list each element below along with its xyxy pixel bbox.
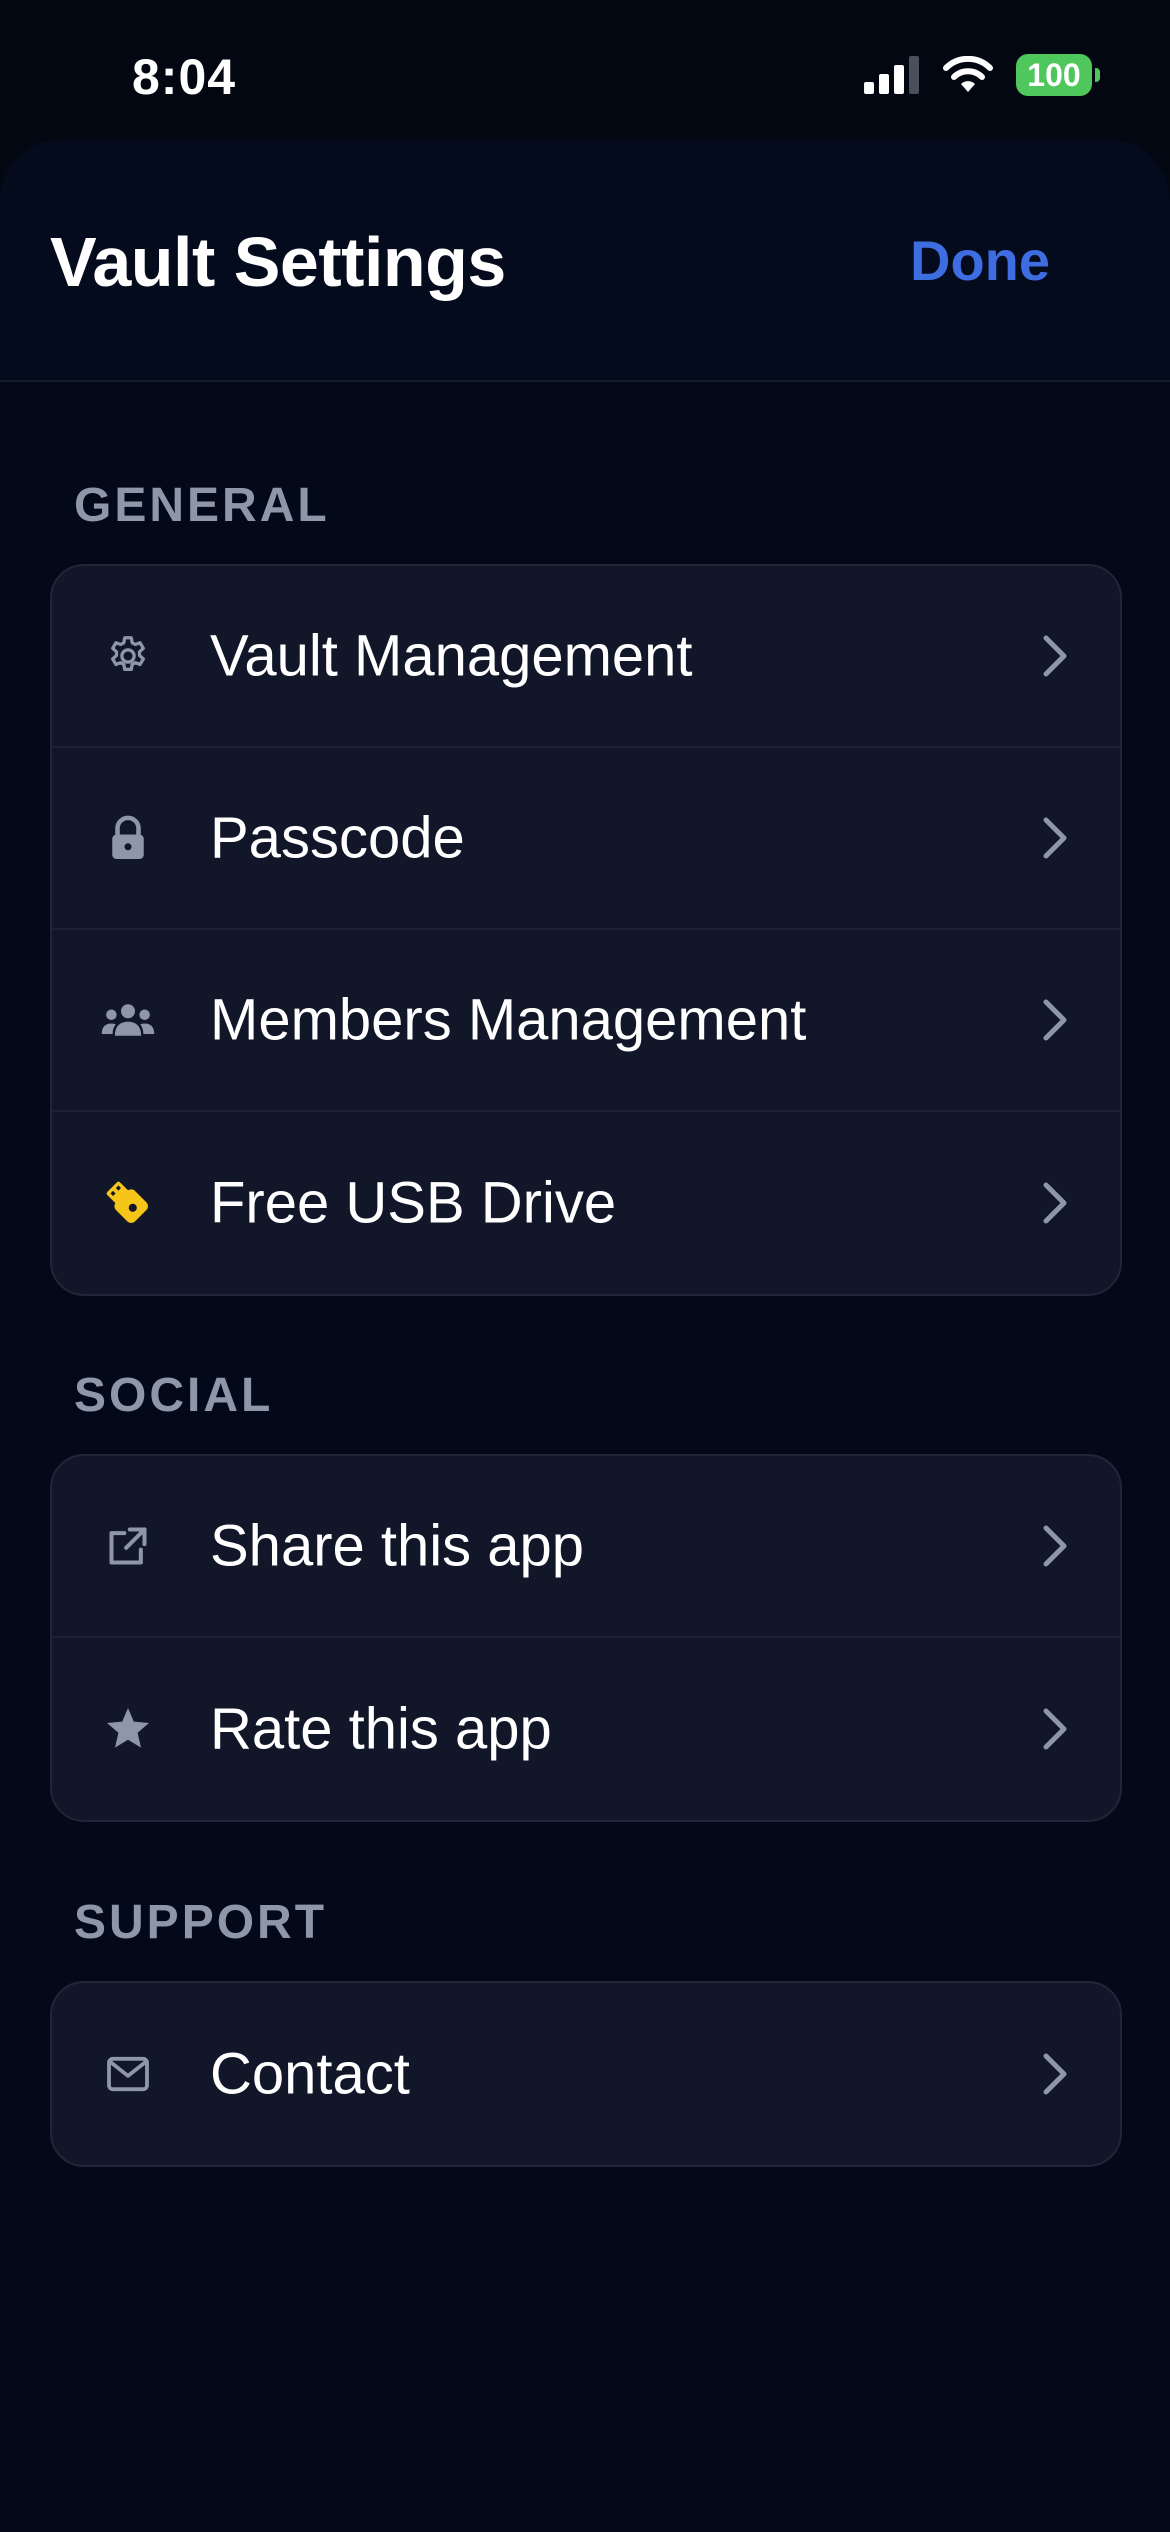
- battery-icon: 100: [1016, 54, 1100, 96]
- usb-drive-icon: [100, 1175, 156, 1231]
- sheet-header: Vault Settings Done: [0, 140, 1170, 382]
- page-title: Vault Settings: [50, 223, 506, 301]
- chevron-right-icon: [1043, 635, 1067, 677]
- row-label: Members Management: [210, 987, 807, 1053]
- chevron-right-icon: [1043, 999, 1067, 1041]
- star-icon: [100, 1701, 156, 1757]
- row-label: Vault Management: [210, 623, 693, 689]
- status-icons: 100: [864, 54, 1100, 96]
- chevron-right-icon: [1043, 1708, 1067, 1750]
- row-label: Contact: [210, 2041, 410, 2107]
- envelope-icon: [100, 2046, 156, 2102]
- settings-sheet: Vault Settings Done GENERAL Vault Manage…: [0, 140, 1170, 2532]
- share-external-icon: [100, 1518, 156, 1574]
- status-time: 8:04: [132, 49, 237, 105]
- row-rate-this-app[interactable]: Rate this app: [52, 1638, 1120, 1820]
- row-members-management[interactable]: Members Management: [52, 930, 1120, 1112]
- gear-icon: [100, 628, 156, 684]
- row-passcode[interactable]: Passcode: [52, 748, 1120, 930]
- wifi-icon: [942, 56, 994, 94]
- lock-icon: [100, 810, 156, 866]
- section-label-general: GENERAL: [74, 479, 330, 532]
- row-label: Share this app: [210, 1513, 585, 1579]
- status-bar: 8:04 100: [0, 0, 1170, 145]
- row-label: Rate this app: [210, 1696, 552, 1762]
- row-free-usb-drive[interactable]: Free USB Drive: [52, 1112, 1120, 1294]
- chevron-right-icon: [1043, 1182, 1067, 1224]
- row-label: Passcode: [210, 805, 465, 871]
- chevron-right-icon: [1043, 817, 1067, 859]
- section-label-support: SUPPORT: [74, 1896, 328, 1949]
- row-label: Free USB Drive: [210, 1170, 617, 1236]
- social-card: Share this app Rate this app: [50, 1454, 1122, 1822]
- row-contact[interactable]: Contact: [52, 1983, 1120, 2165]
- row-vault-management[interactable]: Vault Management: [52, 566, 1120, 748]
- section-label-social: SOCIAL: [74, 1369, 274, 1422]
- support-card: Contact: [50, 1981, 1122, 2167]
- done-button[interactable]: Done: [910, 228, 1050, 293]
- signal-icon: [864, 56, 920, 94]
- battery-level: 100: [1027, 56, 1081, 93]
- general-card: Vault Management Passcode Members Manage…: [50, 564, 1122, 1296]
- settings-screen: 8:04 100 Vault Settings Done GENERAL Vau…: [0, 0, 1170, 2532]
- chevron-right-icon: [1043, 1525, 1067, 1567]
- chevron-right-icon: [1043, 2053, 1067, 2095]
- row-share-this-app[interactable]: Share this app: [52, 1456, 1120, 1638]
- people-icon: [100, 992, 156, 1048]
